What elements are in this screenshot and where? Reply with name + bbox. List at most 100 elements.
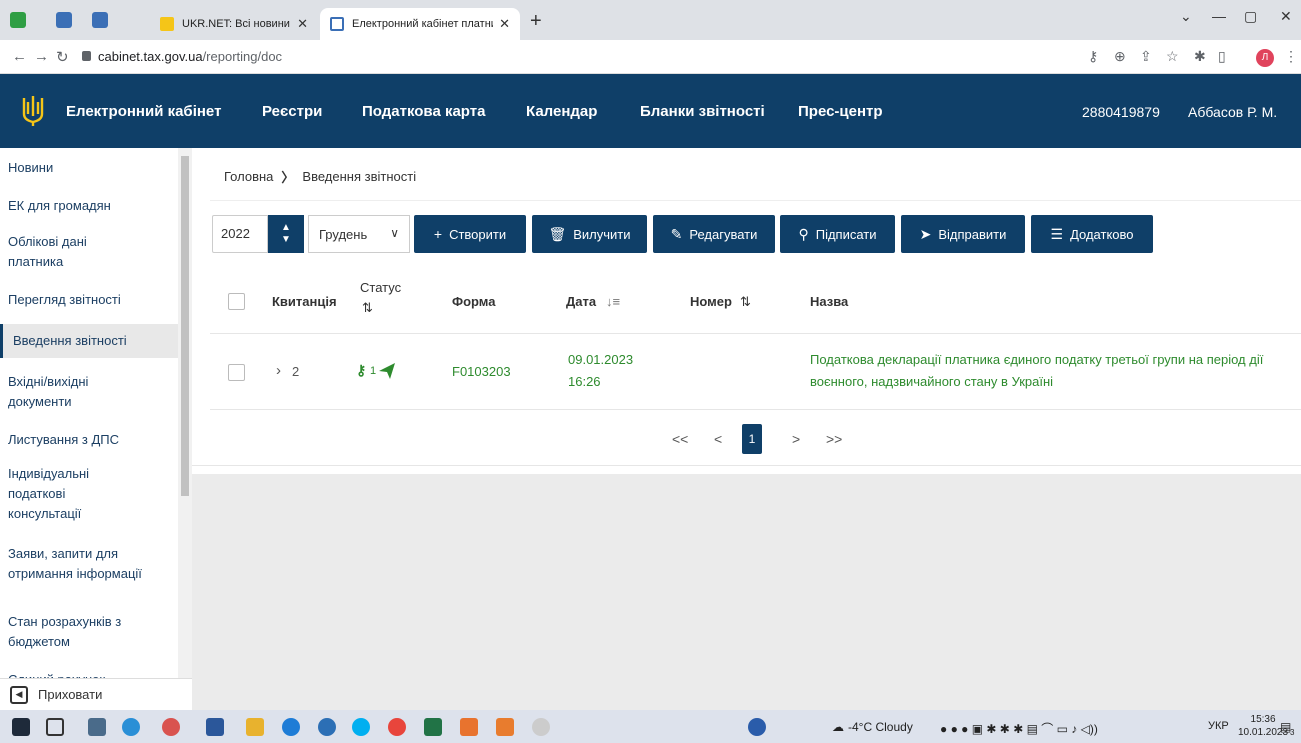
sidebar-item-enter-reports[interactable]: Введення звітності <box>0 324 178 358</box>
hide-sidebar-button[interactable]: ◀ Приховати <box>0 678 192 710</box>
zoom-icon[interactable]: ⊕ <box>1114 48 1126 65</box>
tray-icons[interactable]: ● ● ● ▣ ✱ ✱ ✱ ▤ ⌒ ▭ ♪ ◁)) <box>940 720 1098 737</box>
nav-report-forms[interactable]: Бланки звітності <box>640 103 765 120</box>
row-checkbox[interactable] <box>228 364 245 381</box>
send-button[interactable]: ➤ Відправити <box>901 215 1025 253</box>
weather-text[interactable]: -4°C Cloudy <box>848 720 913 734</box>
url-field[interactable]: cabinet.tax.gov.ua/reporting/doc <box>98 49 282 64</box>
app-icon[interactable] <box>162 718 180 736</box>
word-icon[interactable] <box>206 718 224 736</box>
side-panel-icon[interactable]: ▯ <box>1218 48 1226 65</box>
maximize-icon[interactable]: ▢ <box>1244 8 1257 25</box>
sidebar-item-requests[interactable]: Заяви, запити для отримання інформації <box>0 544 178 584</box>
breadcrumb-home[interactable]: Головна <box>224 169 273 184</box>
month-select[interactable]: Грудень ∨ <box>308 215 410 253</box>
col-status[interactable]: Статус <box>360 280 401 295</box>
profile-avatar[interactable]: Л <box>1256 49 1274 67</box>
weather-icon[interactable]: ☁ <box>832 720 844 734</box>
row-name-line2[interactable]: воєнного, надзвичайного стану в Україні <box>810 374 1053 389</box>
nav-tax-map[interactable]: Податкова карта <box>362 103 485 120</box>
sidebar-item-budget-settlements[interactable]: Стан розрахунків з бюджетом <box>0 612 160 652</box>
trident-logo-icon[interactable] <box>20 94 46 128</box>
form-code[interactable]: F0103203 <box>452 364 511 379</box>
prev-page-button[interactable]: < <box>714 431 722 447</box>
chrome-icon[interactable] <box>388 718 406 736</box>
sort-desc-icon[interactable]: ↓≡ <box>606 294 620 309</box>
col-date[interactable]: Дата <box>566 294 596 309</box>
year-input[interactable]: 2022 <box>212 215 268 253</box>
sort-icon[interactable]: ⇅ <box>362 300 373 316</box>
excel-icon[interactable] <box>424 718 442 736</box>
pinned-tab-3[interactable] <box>92 10 108 30</box>
next-page-button[interactable]: > <box>792 431 800 447</box>
telegram-icon[interactable] <box>122 718 140 736</box>
year-stepper[interactable]: ▲ ▼ <box>268 215 304 253</box>
extensions-icon[interactable]: ✱ <box>1194 48 1206 65</box>
menu-kebab-icon[interactable]: ⋮ <box>1284 48 1298 65</box>
col-number[interactable]: Номер <box>690 294 732 309</box>
bookmark-star-icon[interactable]: ☆ <box>1166 48 1179 65</box>
forward-icon[interactable]: → <box>34 48 49 65</box>
file-explorer-icon[interactable] <box>246 718 264 736</box>
brand-title[interactable]: Електронний кабінет <box>66 103 221 120</box>
key-icon[interactable]: ⚷ <box>1088 48 1098 65</box>
nav-registries[interactable]: Реєстри <box>262 103 322 120</box>
close-tab-icon[interactable]: ✕ <box>499 16 510 32</box>
last-page-button[interactable]: >> <box>826 431 842 447</box>
create-button[interactable]: + Створити <box>414 215 526 253</box>
row-name-line1[interactable]: Податкова декларації платника єдиного по… <box>810 352 1263 367</box>
nav-calendar[interactable]: Календар <box>526 103 597 120</box>
nav-press-center[interactable]: Прес-центр <box>798 103 883 120</box>
sidebar-item-consultations[interactable]: Індивідуальні податкові консультації <box>0 464 120 524</box>
delete-button[interactable]: 🗑 Вилучити <box>532 215 647 253</box>
help-icon[interactable] <box>748 718 766 736</box>
pinned-tab-1[interactable] <box>10 10 26 30</box>
sidebar-item-correspondence[interactable]: Листування з ДПС <box>0 430 178 450</box>
sidebar-scroll-thumb[interactable] <box>181 156 189 496</box>
browser-tab-ukrnet[interactable]: UKR.NET: Всі новини України, ос ✕ <box>150 8 318 40</box>
app-icon[interactable] <box>496 718 514 736</box>
skype-icon[interactable] <box>352 718 370 736</box>
app-icon[interactable] <box>532 718 550 736</box>
edit-button[interactable]: ✎ Редагувати <box>653 215 775 253</box>
pagination: << < 1 > >> <box>192 410 1301 466</box>
tab-title: UKR.NET: Всі новини України, ос <box>182 18 291 30</box>
minimize-icon[interactable]: — <box>1212 8 1226 24</box>
sidebar-item-account-data[interactable]: Облікові дані платника <box>0 232 140 272</box>
app-icon[interactable] <box>318 718 336 736</box>
sign-button[interactable]: ⚲ Підписати <box>780 215 895 253</box>
sidebar-item-single-account[interactable]: Єдиний рахунок <box>0 670 178 678</box>
pinned-tab-2[interactable] <box>56 10 72 30</box>
first-page-button[interactable]: << <box>672 431 688 447</box>
browser-tab-cabinet[interactable]: Електронний кабінет платника ✕ <box>320 8 520 40</box>
internet-explorer-icon[interactable] <box>282 718 300 736</box>
status-sent-plane-icon <box>379 363 395 379</box>
more-button[interactable]: ☰ Додатково <box>1031 215 1153 253</box>
sidebar-item-view-reports[interactable]: Перегляд звітності <box>0 290 178 310</box>
close-tab-icon[interactable]: ✕ <box>297 16 308 32</box>
app-icon[interactable] <box>460 718 478 736</box>
chevron-down-icon[interactable]: ▼ <box>281 234 291 246</box>
start-icon[interactable] <box>12 718 30 736</box>
select-all-checkbox[interactable] <box>228 293 245 310</box>
user-name[interactable]: Аббасов Р. М. <box>1188 104 1277 120</box>
sign-label: Підписати <box>815 226 877 242</box>
chevron-up-icon[interactable]: ▲ <box>281 222 291 234</box>
calculator-icon[interactable] <box>88 718 106 736</box>
task-view-icon[interactable] <box>46 718 64 736</box>
sort-icon[interactable]: ⇅ <box>740 294 751 310</box>
site-header: Електронний кабінет Реєстри Податкова ка… <box>0 74 1301 148</box>
reload-icon[interactable]: ↻ <box>56 48 69 66</box>
sidebar-item-news[interactable]: Новини <box>0 158 178 178</box>
current-page-button[interactable]: 1 <box>742 424 762 454</box>
share-icon[interactable]: ⇪ <box>1140 48 1152 65</box>
back-icon[interactable]: ← <box>12 48 27 65</box>
input-language[interactable]: УКР <box>1208 720 1229 732</box>
new-tab-button[interactable]: + <box>530 10 542 33</box>
close-window-icon[interactable]: ✕ <box>1280 8 1292 25</box>
table-row[interactable]: › 2 ⚷ 1 F0103203 09.01.2023 16:26 Податк… <box>210 334 1301 410</box>
sidebar-item-documents[interactable]: Вхідні/вихідні документи <box>0 372 150 412</box>
sidebar-item-citizens[interactable]: ЕК для громадян <box>0 196 178 216</box>
tab-search-icon[interactable]: ⌄ <box>1180 8 1192 25</box>
expand-chevron-icon[interactable]: › <box>276 362 281 379</box>
